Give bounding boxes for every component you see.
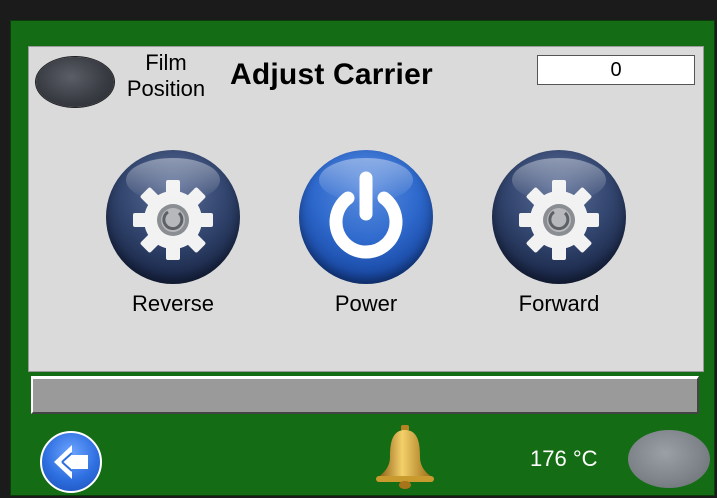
reverse-control: Reverse — [103, 150, 243, 318]
back-button[interactable] — [40, 431, 102, 493]
film-position-indicator — [36, 57, 114, 107]
forward-button[interactable] — [492, 150, 626, 284]
temperature-readout: 176 °C — [530, 446, 598, 471]
position-counter: 0 — [537, 55, 695, 85]
alarm-button[interactable] — [372, 423, 438, 496]
forward-control: Forward — [489, 150, 629, 318]
power-control: Power — [296, 150, 436, 318]
gear-icon — [519, 180, 599, 260]
forward-label: Forward — [518, 291, 600, 316]
power-label: Power — [334, 291, 398, 316]
power-button[interactable] — [299, 150, 433, 284]
film-position-label: Film Position — [126, 50, 206, 101]
reverse-button[interactable] — [106, 150, 240, 284]
bell-icon — [376, 425, 434, 489]
reverse-label: Reverse — [132, 291, 214, 316]
power-icon — [329, 171, 403, 259]
page-title: Adjust Carrier — [230, 58, 433, 91]
status-bar — [31, 376, 699, 414]
back-arrow-icon — [54, 445, 88, 479]
gear-icon — [133, 180, 213, 260]
temperature-indicator — [628, 430, 710, 488]
